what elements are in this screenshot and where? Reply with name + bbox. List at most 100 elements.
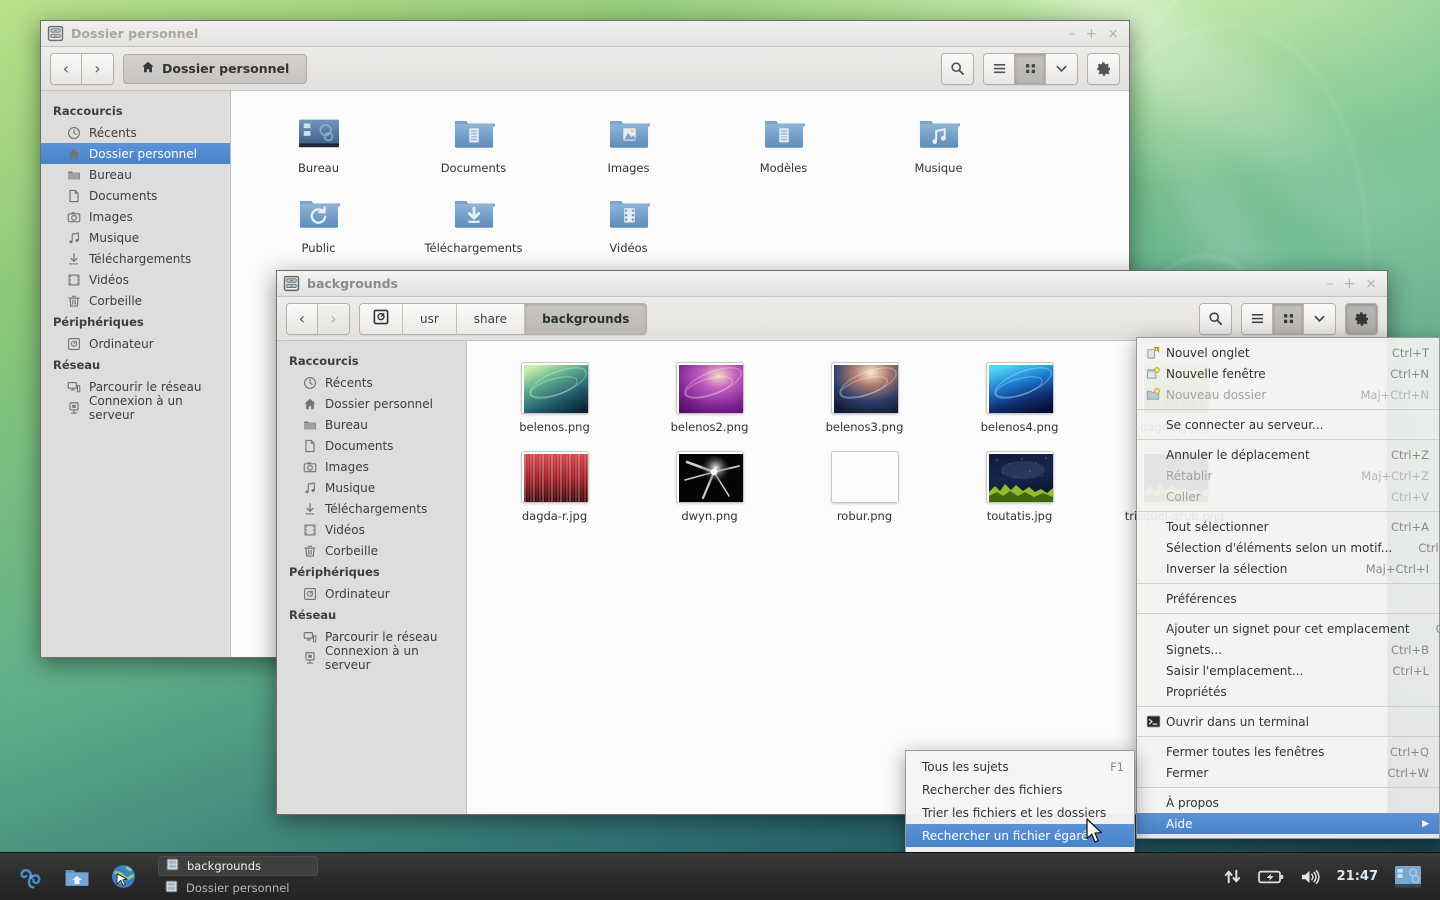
- minimize-button[interactable]: –: [1069, 27, 1076, 41]
- search-icon[interactable]: [942, 53, 973, 84]
- close-button[interactable]: ×: [1107, 27, 1119, 41]
- breadcrumb-computer[interactable]: [360, 303, 403, 334]
- menu-item-proprietes[interactable]: Propriétés: [1137, 681, 1439, 702]
- breadcrumb-backgrounds[interactable]: backgrounds: [525, 303, 647, 334]
- file-item[interactable]: dagda-r.jpg: [477, 446, 632, 535]
- menu-item-nouvelle-fenetre[interactable]: Nouvelle fenêtre Ctrl+N: [1137, 363, 1439, 384]
- sidebar-item-ordinateur[interactable]: Ordinateur: [277, 583, 466, 604]
- sidebar-item-connexion-a-un-serveur[interactable]: Connexion à un serveur: [277, 644, 466, 672]
- sidebar-item-videos[interactable]: Vidéos: [277, 519, 466, 540]
- file-item[interactable]: Musique: [861, 107, 1016, 187]
- submenu-item-rechercher-des-fichiers[interactable]: Rechercher des fichiers: [906, 778, 1134, 801]
- file-item[interactable]: Modèles: [706, 107, 861, 187]
- maximize-button[interactable]: +: [1086, 27, 1098, 41]
- sidebar-item-bureau[interactable]: Bureau: [277, 414, 466, 435]
- menu-item-aide[interactable]: Aide ▶: [1137, 813, 1439, 834]
- taskbar-window-button[interactable]: backgrounds: [158, 855, 318, 876]
- battery-charging-icon[interactable]: [1257, 870, 1284, 884]
- menu-item-selection-d-elements-selon-un-motif[interactable]: Sélection d'éléments selon un motif... C…: [1137, 537, 1440, 558]
- sidebar-item-images[interactable]: Images: [277, 456, 466, 477]
- menu-item-preferences[interactable]: Préférences: [1137, 588, 1439, 609]
- icon-view-icon[interactable]: [1273, 303, 1304, 334]
- minimize-button[interactable]: –: [1327, 277, 1334, 291]
- gear-icon[interactable]: [1088, 53, 1119, 84]
- trisquel-menu-icon[interactable]: [8, 854, 54, 900]
- menu-item-signets[interactable]: Signets... Ctrl+B: [1137, 639, 1439, 660]
- chevron-down-icon[interactable]: [1304, 303, 1335, 334]
- sidebar-item-telechargements[interactable]: Téléchargements: [41, 248, 230, 269]
- titlebar-backgrounds[interactable]: backgrounds – + ×: [277, 271, 1387, 297]
- file-item[interactable]: Téléchargements: [396, 187, 551, 267]
- menu-item-a-propos[interactable]: À propos: [1137, 792, 1439, 813]
- sidebar-item-dossier-personnel[interactable]: Dossier personnel: [277, 393, 466, 414]
- sidebar-item-connexion-a-un-serveur[interactable]: Connexion à un serveur: [41, 394, 230, 422]
- sidebar-item-corbeille[interactable]: Corbeille: [277, 540, 466, 561]
- network-updown-icon[interactable]: [1223, 867, 1242, 886]
- submenu-item-rechercher-un-fichier-egare[interactable]: Rechercher un fichier égaré: [906, 824, 1134, 847]
- sidebar-item-ordinateur[interactable]: Ordinateur: [41, 333, 230, 354]
- menu-item-coller[interactable]: Coller Ctrl+V: [1137, 486, 1439, 507]
- file-item[interactable]: belenos3.png: [787, 357, 942, 446]
- file-item[interactable]: robur.png: [787, 446, 942, 535]
- menu-item-nouvel-onglet[interactable]: Nouvel onglet Ctrl+T: [1137, 342, 1439, 363]
- list-view-icon[interactable]: [984, 53, 1015, 84]
- web-browser-icon[interactable]: [100, 854, 146, 900]
- forward-button[interactable]: ›: [318, 303, 349, 334]
- sidebar-item-musique[interactable]: Musique: [277, 477, 466, 498]
- menu-item-inverser-la-selection[interactable]: Inverser la sélection Maj+Ctrl+I: [1137, 558, 1439, 579]
- sidebar-item-recents[interactable]: Récents: [277, 372, 466, 393]
- breadcrumb-share[interactable]: share: [456, 303, 526, 334]
- location-button-home[interactable]: Dossier personnel: [123, 53, 308, 84]
- sidebar-item-bureau[interactable]: Bureau: [41, 164, 230, 185]
- file-item[interactable]: Vidéos: [551, 187, 706, 267]
- chevron-down-icon[interactable]: [1046, 53, 1077, 84]
- sidebar-item-recents[interactable]: Récents: [41, 122, 230, 143]
- menu-item-saisir-l-emplacement[interactable]: Saisir l'emplacement... Ctrl+L: [1137, 660, 1439, 681]
- file-manager-icon[interactable]: [54, 854, 100, 900]
- volume-icon[interactable]: [1300, 868, 1321, 886]
- file-item[interactable]: dwyn.png: [632, 446, 787, 535]
- menu-item-se-connecter-au-serveur[interactable]: Se connecter au serveur...: [1137, 414, 1439, 435]
- submenu-item-tous-les-sujets[interactable]: Tous les sujets F1: [906, 755, 1134, 778]
- icon-view-icon[interactable]: [1015, 53, 1046, 84]
- forward-button[interactable]: ›: [82, 53, 113, 84]
- list-view-icon[interactable]: [1242, 303, 1273, 334]
- sidebar-item-dossier-personnel[interactable]: Dossier personnel: [41, 143, 230, 164]
- menu-item-fermer-toutes-les-fenetres[interactable]: Fermer toutes les fenêtres Ctrl+Q: [1137, 741, 1439, 762]
- sidebar-item-telechargements[interactable]: Téléchargements: [277, 498, 466, 519]
- file-item[interactable]: Bureau: [241, 107, 396, 187]
- maximize-button[interactable]: +: [1344, 277, 1356, 291]
- titlebar-home[interactable]: Dossier personnel – + ×: [41, 21, 1129, 47]
- sidebar-item-videos[interactable]: Vidéos: [41, 269, 230, 290]
- submenu-item-trier-les-fichiers-et-les-dossiers[interactable]: Trier les fichiers et les dossiers: [906, 801, 1134, 824]
- file-item[interactable]: Public: [241, 187, 396, 267]
- search-icon[interactable]: [1200, 303, 1231, 334]
- gear-icon[interactable]: [1346, 303, 1377, 334]
- sidebar-item-documents[interactable]: Documents: [41, 185, 230, 206]
- file-item[interactable]: Images: [551, 107, 706, 187]
- sidebar-item-documents[interactable]: Documents: [277, 435, 466, 456]
- menu-item-ouvrir-dans-un-terminal[interactable]: Ouvrir dans un terminal: [1137, 711, 1439, 732]
- menu-item-tout-selectionner[interactable]: Tout sélectionner Ctrl+A: [1137, 516, 1439, 537]
- back-button[interactable]: ‹: [51, 53, 82, 84]
- menu-item-ajouter-un-signet-pour-cet-emplacement[interactable]: Ajouter un signet pour cet emplacement C…: [1137, 618, 1440, 639]
- clock[interactable]: 21:47: [1337, 869, 1378, 884]
- file-item[interactable]: toutatis.jpg: [942, 446, 1097, 535]
- gear-menu[interactable]: Nouvel onglet Ctrl+T Nouvelle fenêtre Ct…: [1136, 337, 1440, 839]
- menu-item-fermer[interactable]: Fermer Ctrl+W: [1137, 762, 1439, 783]
- file-item[interactable]: Documents: [396, 107, 551, 187]
- back-button[interactable]: ‹: [287, 303, 318, 334]
- file-item[interactable]: belenos2.png: [632, 357, 787, 446]
- menu-item-annuler-le-deplacement[interactable]: Annuler le déplacement Ctrl+Z: [1137, 444, 1439, 465]
- taskbar-window-button[interactable]: Dossier personnel: [158, 878, 318, 898]
- breadcrumb-usr[interactable]: usr: [403, 303, 457, 334]
- sidebar-item-images[interactable]: Images: [41, 206, 230, 227]
- close-button[interactable]: ×: [1365, 277, 1377, 291]
- file-item[interactable]: belenos.png: [477, 357, 632, 446]
- file-item[interactable]: belenos4.png: [942, 357, 1097, 446]
- sidebar-item-musique[interactable]: Musique: [41, 227, 230, 248]
- menu-item-nouveau-dossier[interactable]: Nouveau dossier Maj+Ctrl+N: [1137, 384, 1439, 405]
- menu-item-retablir[interactable]: Rétablir Maj+Ctrl+Z: [1137, 465, 1439, 486]
- show-desktop-icon[interactable]: [1394, 865, 1422, 889]
- sidebar-item-corbeille[interactable]: Corbeille: [41, 290, 230, 311]
